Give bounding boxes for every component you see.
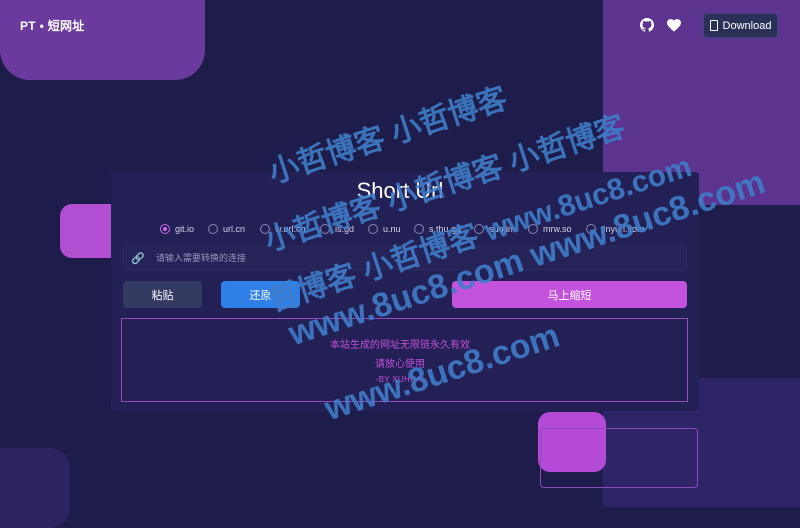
radio-label: u.nu <box>383 224 401 234</box>
decorative-block-mid-left <box>60 204 112 258</box>
decorative-block-top-left <box>0 0 205 80</box>
brand-logo[interactable]: PT • 短网址 <box>20 17 85 34</box>
decorative-outline <box>540 428 698 488</box>
link-icon: 🔗 <box>131 252 145 265</box>
heart-icon[interactable] <box>666 17 682 33</box>
radio-label: url.cn <box>223 224 246 234</box>
radio-circle[interactable] <box>160 224 170 234</box>
download-label: Download <box>722 19 772 32</box>
radio-git-io[interactable]: git.io <box>160 224 194 234</box>
download-button[interactable]: Download <box>703 13 778 38</box>
decorative-block-bottom-left <box>0 448 70 528</box>
result-notice: 本站生成的网址无限链永久有效 <box>330 340 470 351</box>
radio-circle[interactable] <box>208 224 218 234</box>
paste-button[interactable]: 粘贴 <box>123 281 202 308</box>
radio-label: git.io <box>175 224 195 234</box>
radio-url-cn[interactable]: url.cn <box>208 224 245 234</box>
phone-icon <box>709 20 718 31</box>
github-icon[interactable] <box>639 17 655 33</box>
